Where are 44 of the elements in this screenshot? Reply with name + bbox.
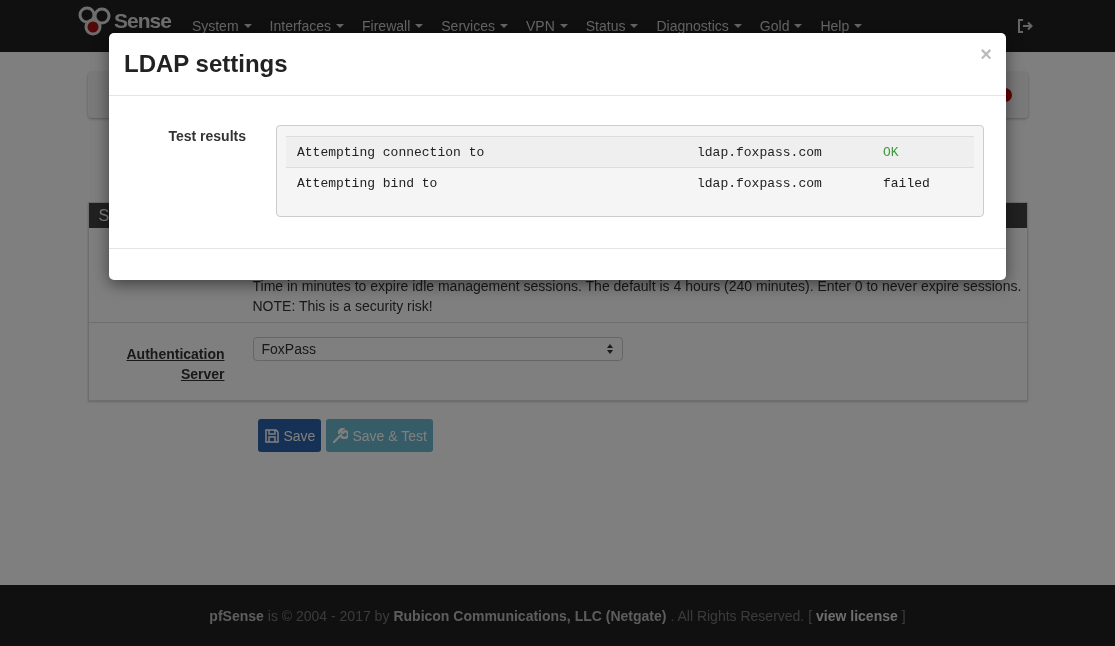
wrench-icon [332,427,349,444]
menu-item[interactable]: Help [811,18,872,34]
license-link[interactable]: view license [816,607,898,624]
logo-text[interactable]: Sense [114,9,171,33]
modal-title: LDAP settings [124,50,288,78]
menu-item[interactable]: Status [576,18,648,34]
panel-title: S [98,207,110,224]
updown-icon [605,343,614,355]
logout-icon[interactable] [1017,19,1033,33]
menu-item[interactable]: VPN [516,18,577,34]
field-label: Test results [167,127,246,146]
menu-item[interactable]: System [182,18,261,34]
footer-text: Rubicon Communications, LLC (Netgate) [393,607,667,624]
footer-text: ] [901,607,906,624]
footer-text: pfSense [209,607,264,624]
table-cell: failed [883,175,930,191]
caret-icon [794,24,803,28]
table-cell: OK [883,144,899,160]
floppy-icon [263,427,280,444]
logo-icon[interactable] [78,6,112,36]
caret-icon [499,24,508,28]
table-cell-text: ldap.foxpass.com [697,144,823,160]
caret-icon [630,24,639,28]
menu-item[interactable]: Diagnostics [647,18,751,34]
caret-icon [733,24,742,28]
caret-icon [243,24,252,28]
table-cell-text: Attempting connection to [297,144,486,160]
menu-item[interactable]: Gold [750,18,812,34]
menu-item[interactable]: Firewall [353,18,433,34]
menu-item[interactable]: Services [432,18,517,34]
close-button[interactable]: × [980,43,992,66]
action-button[interactable]: Save [257,419,322,452]
caret-icon [559,24,568,28]
field-label: Authentication Server [125,345,225,384]
table-cell-text: Attempting bind to [297,175,439,191]
table-cell-text: ldap.foxpass.com [697,175,823,191]
help-text: Time in minutes to expire idle management sessions. The default is 4 hours (240 minutes). Enter 0 to never expire sessions. [252,277,1022,296]
warning-text: NOTE: This is a security risk! [252,297,434,316]
caret-icon [854,24,863,28]
action-button[interactable]: Save & Test [326,419,433,452]
server-select[interactable]: FoxPass [252,337,623,361]
caret-icon [415,24,424,28]
caret-icon [336,24,345,28]
menu-item[interactable]: Interfaces [260,18,354,34]
